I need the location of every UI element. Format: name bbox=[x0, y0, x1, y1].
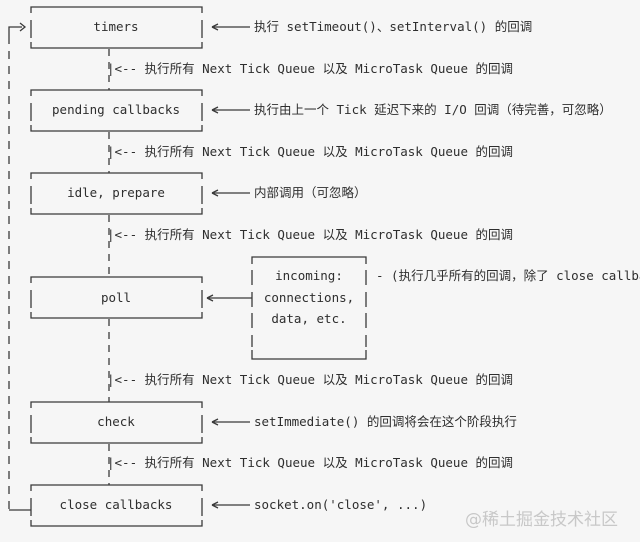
watermark: @稀土掘金技术社区 bbox=[465, 510, 618, 530]
note-close: socket.on('close', ...) bbox=[254, 497, 428, 512]
microtask-note-3: |<-- 执行所有 Next Tick Queue 以及 MicroTask Q… bbox=[107, 227, 514, 242]
microtask-note-4: |<-- 执行所有 Next Tick Queue 以及 MicroTask Q… bbox=[107, 372, 514, 387]
phase-idle-prepare: idle, prepare bbox=[67, 185, 165, 200]
incoming-line-2: connections, bbox=[263, 290, 355, 305]
microtask-note-text: <-- 执行所有 Next Tick Queue 以及 MicroTask Qu… bbox=[114, 227, 514, 242]
microtask-note-text: <-- 执行所有 Next Tick Queue 以及 MicroTask Qu… bbox=[114, 372, 514, 387]
note-pending: 执行由上一个 Tick 延迟下来的 I/O 回调（待完善，可忽略） bbox=[254, 102, 612, 117]
note-poll: - (执行几乎所有的回调，除了 close callbac bbox=[376, 268, 640, 283]
microtask-note-5: |<-- 执行所有 Next Tick Queue 以及 MicroTask Q… bbox=[107, 455, 514, 470]
incoming-line-1: incoming: bbox=[275, 268, 343, 283]
microtask-note-1: |<-- 执行所有 Next Tick Queue 以及 MicroTask Q… bbox=[107, 61, 514, 76]
microtask-note-text: <-- 执行所有 Next Tick Queue 以及 MicroTask Qu… bbox=[114, 61, 514, 76]
phase-check: check bbox=[97, 414, 135, 429]
phase-close-callbacks: close callbacks bbox=[59, 497, 173, 512]
phase-poll: poll bbox=[100, 290, 132, 305]
microtask-note-2: |<-- 执行所有 Next Tick Queue 以及 MicroTask Q… bbox=[107, 144, 514, 159]
phase-pending-callbacks: pending callbacks bbox=[52, 102, 180, 117]
incoming-line-3: data, etc. bbox=[271, 311, 347, 326]
note-timers: 执行 setTimeout()、setInterval() 的回调 bbox=[254, 19, 533, 34]
note-idle: 内部调用（可忽略） bbox=[254, 185, 367, 200]
note-check: setImmediate() 的回调将会在这个阶段执行 bbox=[254, 414, 517, 429]
microtask-note-text: <-- 执行所有 Next Tick Queue 以及 MicroTask Qu… bbox=[114, 455, 514, 470]
note-arrows bbox=[206, 23, 252, 509]
phase-timers: timers bbox=[93, 19, 139, 34]
microtask-note-text: <-- 执行所有 Next Tick Queue 以及 MicroTask Qu… bbox=[114, 144, 514, 159]
